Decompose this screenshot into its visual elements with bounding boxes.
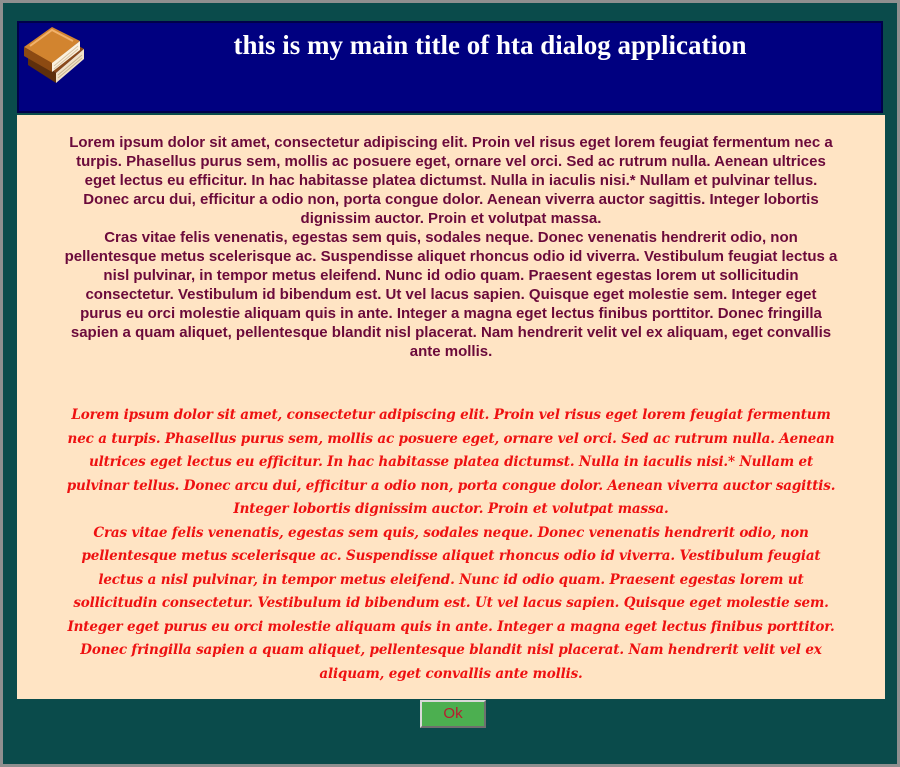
button-bar: Ok (17, 699, 885, 764)
bold-paragraph: Lorem ipsum dolor sit amet, consectetur … (64, 134, 838, 360)
main-title: this is my main title of hta dialog appl… (233, 30, 747, 60)
title-banner: this is my main title of hta dialog appl… (17, 21, 883, 113)
script-paragraph: Lorem ipsum dolor sit amet, consectetur … (66, 407, 836, 682)
ok-button[interactable]: Ok (420, 700, 486, 728)
hta-window: this is my main title of hta dialog appl… (0, 0, 900, 767)
content-panel: Lorem ipsum dolor sit amet, consectetur … (17, 115, 885, 699)
